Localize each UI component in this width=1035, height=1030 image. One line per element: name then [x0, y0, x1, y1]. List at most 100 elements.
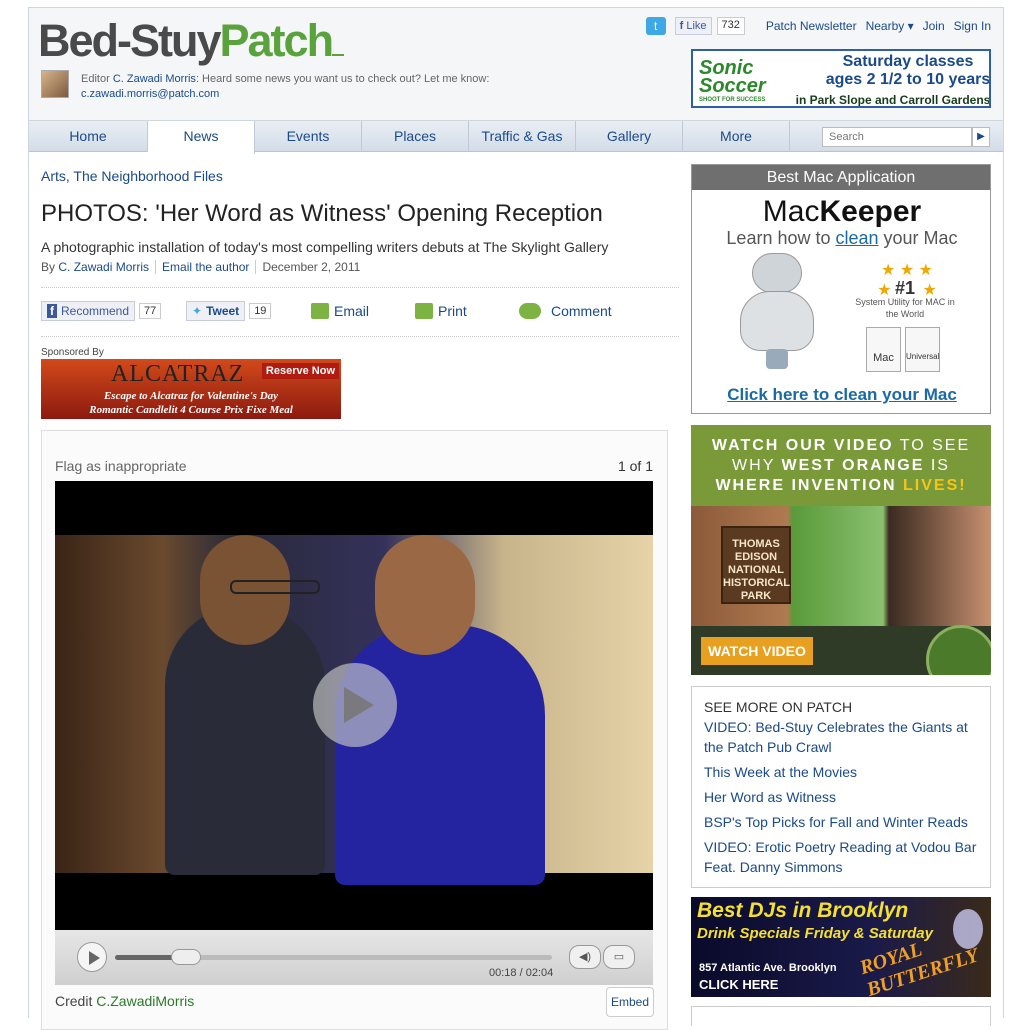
ad-soccer-line3: in Park Slope and Carroll Gardens — [795, 93, 991, 107]
author-link[interactable]: C. Zawadi Morris — [58, 260, 149, 274]
site-header: Bed-StuyPatch Editor C. Zawadi Morris: H… — [29, 8, 1003, 120]
glasses — [230, 580, 320, 594]
envelope-icon — [311, 303, 329, 319]
see-more-box: SEE MORE ON PATCH VIDEO: Bed-Stuy Celebr… — [691, 686, 991, 888]
email-share-button[interactable]: Email — [311, 301, 369, 321]
editor-prefix: Editor — [81, 73, 110, 85]
printer-icon — [415, 303, 433, 319]
top-utility-nav: t f Like 732 Patch Newsletter Nearby ▾ J… — [645, 17, 991, 35]
facebook-recommend-button[interactable]: f Recommend — [41, 301, 136, 321]
embed-button[interactable]: Embed — [606, 987, 654, 1017]
credit-name-link[interactable]: C.ZawadiMorris — [96, 993, 194, 1009]
search-input[interactable]: Search — [822, 127, 972, 147]
edison-park-sign: THOMAS EDISON NATIONAL HISTORICAL PARK — [721, 526, 791, 604]
tweet-button[interactable]: ✦ Tweet — [186, 301, 246, 321]
mackeeper-logo: MacKeeper — [762, 195, 922, 228]
township-seal-icon — [926, 625, 991, 675]
person-left — [165, 605, 325, 875]
alcatraz-sponsor-ad[interactable]: ALCATRAZ Reserve Now Escape to Alcatraz … — [41, 359, 341, 419]
comment-button[interactable]: Comment — [519, 301, 612, 321]
universal-badge-icon: Universal — [905, 327, 940, 372]
fullscreen-icon[interactable]: ▭ — [603, 945, 635, 969]
mackeeper-ad[interactable]: Best Mac Application MacKeeper Learn how… — [691, 164, 991, 414]
mac-cta-link[interactable]: Click here to clean your Mac — [692, 385, 990, 405]
photo-credit: Credit C.ZawadiMorris — [55, 993, 194, 1009]
site-logo[interactable]: Bed-StuyPatch — [38, 15, 345, 66]
mac-ad-header: Best Mac Application — [692, 165, 990, 190]
email-author-link[interactable]: Email the author — [162, 260, 249, 274]
video-player[interactable] — [55, 481, 653, 930]
newsletter-link[interactable]: Patch Newsletter — [766, 19, 857, 33]
grass-icon — [332, 44, 345, 56]
next-sidebar-box — [691, 1006, 991, 1026]
volume-icon[interactable]: ◀) — [569, 945, 601, 969]
share-bar: f Recommend 77 ✦ Tweet 19 Email Print Co… — [41, 301, 681, 323]
facebook-like-count: 732 — [716, 17, 745, 35]
sign-in-link[interactable]: Sign In — [954, 19, 991, 33]
category-breadcrumb[interactable]: Arts, The Neighborhood Files — [41, 168, 223, 184]
alcatraz-logo: ALCATRAZ — [111, 361, 245, 387]
royal-butterfly-ad[interactable]: Best DJs in Brooklyn Drink Specials Frid… — [691, 897, 991, 997]
play-overlay-icon[interactable] — [313, 663, 397, 747]
west-orange-headline: WATCH OUR VIDEO TO SEE WHY WEST ORANGE I… — [691, 425, 991, 506]
ad-soccer-line1: Saturday classes — [842, 53, 974, 70]
dj-address: 857 Atlantic Ave. Brooklyn — [699, 962, 837, 974]
facebook-like-button[interactable]: f Like — [674, 17, 712, 35]
nav-events[interactable]: Events — [255, 121, 362, 152]
nav-traffic-gas[interactable]: Traffic & Gas — [469, 121, 576, 152]
search-submit-icon[interactable]: ▶ — [972, 127, 990, 147]
see-more-link[interactable]: This Week at the Movies — [704, 762, 978, 782]
nav-news[interactable]: News — [148, 121, 255, 154]
see-more-link[interactable]: BSP's Top Picks for Fall and Winter Read… — [704, 812, 978, 832]
article-title: PHOTOS: 'Her Word as Witness' Opening Re… — [41, 200, 603, 227]
logo-text-bedstuy: Bed-Stuy — [38, 15, 222, 66]
twitter-icon[interactable]: t — [645, 17, 666, 35]
nav-more[interactable]: More — [683, 121, 790, 152]
see-more-link[interactable]: VIDEO: Bed-Stuy Celebrates the Giants at… — [704, 717, 978, 757]
nav-home[interactable]: Home — [29, 121, 148, 152]
publish-date: December 2, 2011 — [255, 260, 366, 274]
progress-fill — [115, 955, 177, 960]
page-container: Bed-StuyPatch Editor C. Zawadi Morris: H… — [28, 7, 1004, 1030]
ad-soccer-line2: ages 2 1/2 to 10 years — [825, 71, 991, 88]
comment-bubble-icon — [519, 303, 541, 319]
alcatraz-line2: Romantic Candlelit 4 Course Prix Fixe Me… — [89, 404, 293, 416]
article-subtitle: A photographic installation of today's m… — [41, 239, 609, 255]
gallery-counter: 1 of 1 — [617, 458, 653, 474]
progress-handle[interactable] — [171, 949, 202, 965]
facebook-icon: f — [47, 304, 57, 318]
photo-gallery: Flag as inappropriate 1 of 1 00:18 / 02:… — [41, 430, 668, 1030]
sonic-soccer-ad[interactable]: Sonic Soccer SHOOT FOR SUCCESS Saturday … — [691, 49, 991, 108]
editor-name-link[interactable]: C. Zawadi Morris — [113, 73, 196, 85]
join-link[interactable]: Join — [923, 19, 945, 33]
nav-gallery[interactable]: Gallery — [576, 121, 683, 152]
editor-avatar — [41, 70, 69, 98]
nearby-dropdown[interactable]: Nearby ▾ — [866, 19, 914, 33]
divider-top — [41, 287, 679, 288]
tweet-count: 19 — [249, 303, 272, 319]
video-controls: 00:18 / 02:04 ◀) ▭ — [55, 930, 653, 985]
print-button[interactable]: Print — [415, 301, 467, 321]
progress-track[interactable] — [115, 949, 552, 965]
editor-email-link[interactable]: c.zawadi.morris@patch.com — [81, 88, 219, 100]
play-button[interactable] — [77, 942, 107, 972]
divider-bottom — [41, 336, 679, 337]
dj-click-here[interactable]: CLICK HERE — [699, 977, 778, 992]
by-prefix: By — [41, 260, 56, 274]
watch-video-button[interactable]: WATCH VIDEO — [701, 637, 813, 665]
flag-inappropriate-link[interactable]: Flag as inappropriate — [55, 458, 187, 474]
dj-headline: Best DJs in Brooklyn — [697, 899, 909, 922]
reserve-now-button[interactable]: Reserve Now — [261, 363, 339, 379]
editor-message: : Heard some news you want us to check o… — [195, 73, 490, 85]
west-orange-ad[interactable]: WATCH OUR VIDEO TO SEE WHY WEST ORANGE I… — [691, 425, 991, 675]
see-more-link[interactable]: Her Word as Witness — [704, 787, 978, 807]
dj-specials: Drink Specials Friday & Saturday — [697, 925, 933, 942]
robot-mascot-icon — [732, 253, 822, 373]
sponsored-by-label: Sponsored By — [41, 347, 104, 358]
main-nav: Home News Events Places Traffic & Gas Ga… — [29, 120, 1003, 154]
sonic-soccer-tagline: SHOOT FOR SUCCESS — [699, 97, 766, 103]
see-more-link[interactable]: VIDEO: Erotic Poetry Reading at Vodou Ba… — [704, 837, 978, 877]
nav-places[interactable]: Places — [362, 121, 469, 152]
see-more-heading: SEE MORE ON PATCH — [704, 699, 853, 715]
video-time: 00:18 / 02:04 — [489, 967, 554, 979]
